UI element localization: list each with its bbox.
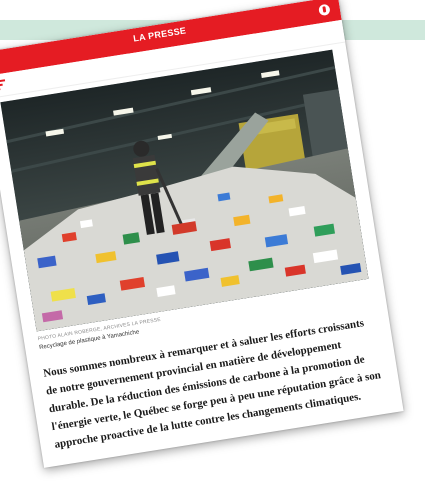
menu-icon[interactable] bbox=[0, 79, 6, 91]
article-card: LA PRESSE PHOTO ALAIN ROBERGE, ARCHIVES … bbox=[0, 0, 404, 468]
scene: LA PRESSE PHOTO ALAIN ROBERGE, ARCHIVES … bbox=[0, 0, 425, 489]
article-photo bbox=[0, 49, 369, 332]
recycling-facility-image bbox=[0, 49, 369, 332]
user-icon[interactable] bbox=[318, 3, 331, 17]
